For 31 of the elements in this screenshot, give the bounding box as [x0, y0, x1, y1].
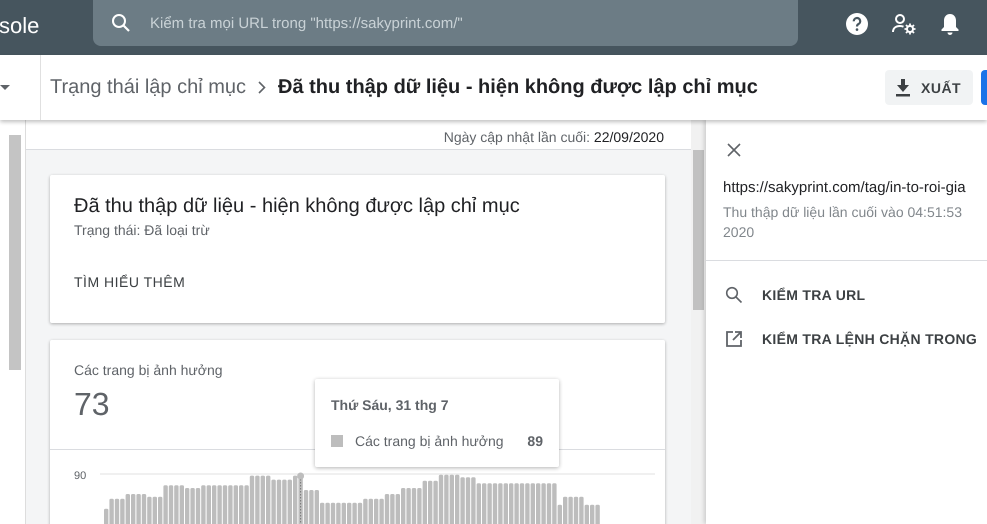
close-icon[interactable] — [727, 143, 741, 157]
url-text: https://sakyprint.com/tag/in-to-roi-gia — [723, 179, 967, 196]
tooltip-series-label: Các trang bị ảnh hưởng — [355, 433, 504, 449]
bell-icon[interactable] — [939, 12, 961, 36]
user-settings-icon[interactable] — [891, 12, 917, 36]
search-icon — [725, 286, 743, 304]
action-link[interactable]: KIỂM TRA LỆNH CHẶN TRONG — [725, 328, 987, 350]
scrollbar-thumb[interactable] — [693, 150, 704, 310]
search-field[interactable]: Kiểm tra mọi URL trong "https://sakyprint.com/" — [93, 0, 798, 46]
tooltip-value: 89 — [527, 433, 543, 449]
status-text: Trạng thái: Đã loại trừ — [74, 222, 211, 238]
hover-marker — [297, 472, 304, 524]
metric-value: 73 — [74, 386, 110, 423]
action-link[interactable]: KIỂM TRA URL — [725, 284, 987, 306]
download-icon — [895, 78, 911, 96]
crawl-info-text: Thu thập dữ liệu lần cuối vào 04:51:53 2020 — [723, 203, 963, 242]
scrollbar-thumb[interactable] — [9, 135, 21, 370]
legend-swatch — [331, 435, 343, 447]
chevron-icon — [258, 81, 266, 94]
card-title: Đã thu thập dữ liệu - hiện không được lập chỉ mục — [74, 195, 521, 218]
breadcrumb-link[interactable]: Trạng thái lập chỉ mục — [50, 76, 246, 99]
tooltip-date: Thứ Sáu, 31 thg 7 — [331, 397, 450, 413]
learn-more-link[interactable]: TÌM HIỂU THÊM — [74, 274, 186, 290]
external-link-icon — [725, 330, 743, 348]
help-icon[interactable] — [845, 12, 869, 36]
page-title: Đã thu thập dữ liệu - hiện không được lập chỉ mục — [278, 76, 758, 99]
caret-icon[interactable] — [0, 84, 10, 90]
export-button[interactable]: XUẤT — [885, 70, 973, 105]
metric-label: Các trang bị ảnh hưởng — [74, 362, 224, 378]
last-updated-text: Ngày cập nhật lần cuối: 22/09/2020 — [444, 129, 664, 145]
axis-tick-label: 90 — [74, 470, 86, 482]
